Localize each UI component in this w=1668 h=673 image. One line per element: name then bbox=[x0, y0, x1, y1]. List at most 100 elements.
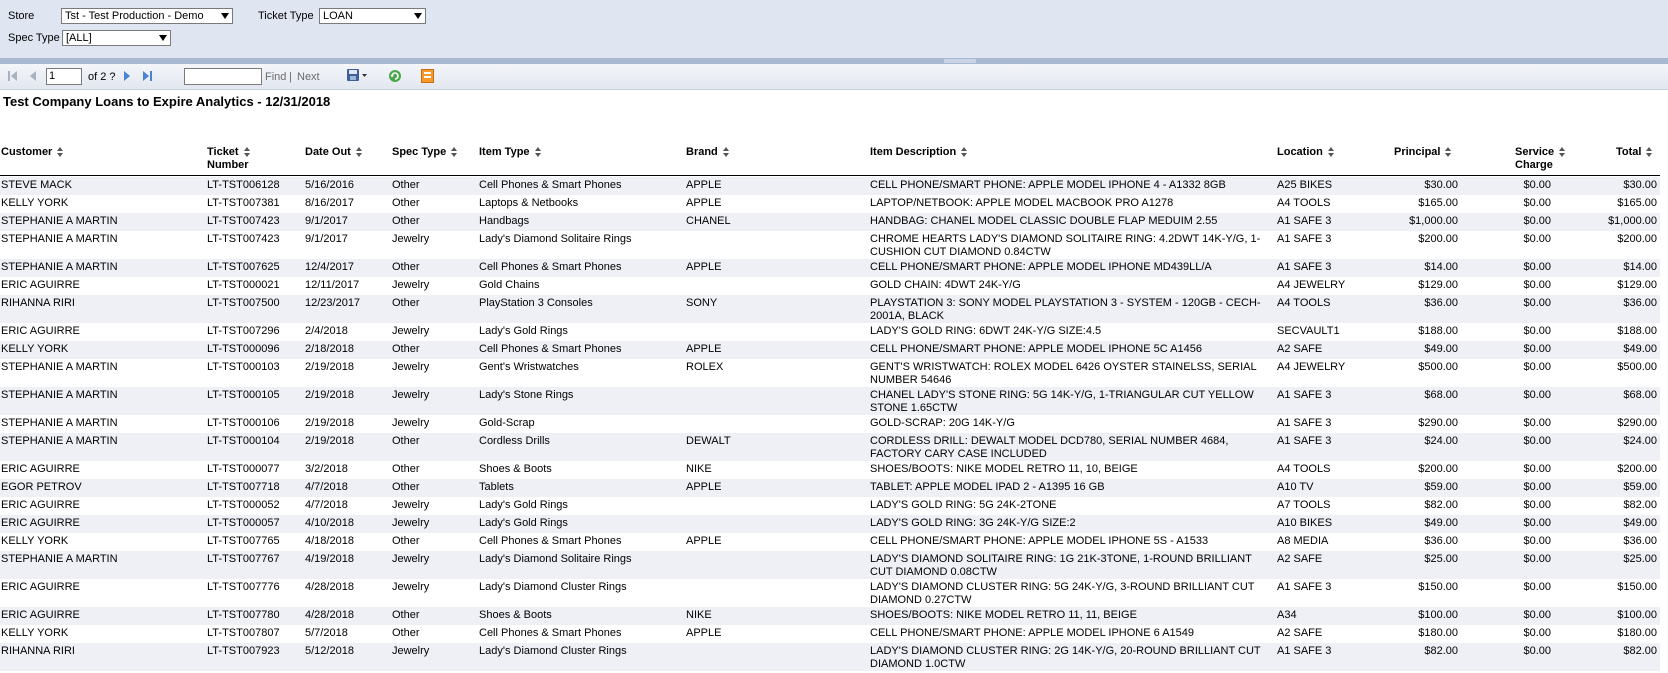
col-spec-type[interactable]: Spec Type bbox=[392, 146, 458, 158]
cell-ticket: LT-TST000052 bbox=[207, 499, 280, 511]
next-page-icon[interactable] bbox=[124, 71, 130, 81]
cell-ticket: LT-TST000104 bbox=[207, 435, 280, 447]
sort-icon[interactable] bbox=[355, 147, 362, 158]
cell-desc: LADY'S DIAMOND SOLITAIRE RING: 1G 21K-3T… bbox=[870, 553, 1252, 578]
cell-item: Lady's Gold Rings bbox=[479, 325, 568, 337]
cell-desc: CELL PHONE/SMART PHONE: APPLE MODEL IPHO… bbox=[870, 343, 1202, 355]
cell-principal: $68.00 bbox=[1424, 389, 1458, 401]
find-next-link[interactable]: Next bbox=[297, 71, 320, 83]
cell-item: Lady's Gold Rings bbox=[479, 499, 568, 511]
col-principal[interactable]: Principal bbox=[1394, 146, 1452, 158]
cell-date: 4/7/2018 bbox=[305, 481, 348, 493]
print-icon[interactable] bbox=[421, 69, 434, 83]
cell-customer: KELLY YORK bbox=[1, 535, 69, 547]
cell-spec: Jewelry bbox=[392, 645, 430, 657]
col-ticket-number[interactable]: Ticket Number bbox=[207, 146, 250, 172]
cell-desc: TABLET: APPLE MODEL IPAD 2 - A1395 16 GB bbox=[870, 481, 1105, 493]
cell-item: PlayStation 3 Consoles bbox=[479, 297, 593, 309]
cell-brand: APPLE bbox=[686, 197, 722, 209]
spec-type-select[interactable]: [ALL] bbox=[62, 30, 171, 46]
cell-desc: CELL PHONE/SMART PHONE: APPLE MODEL IPHO… bbox=[870, 261, 1212, 273]
cell-date: 2/19/2018 bbox=[305, 361, 354, 373]
cell-customer: STEPHANIE A MARTIN bbox=[1, 553, 118, 565]
cell-item: Cell Phones & Smart Phones bbox=[479, 343, 622, 355]
col-date-out[interactable]: Date Out bbox=[305, 146, 362, 158]
cell-service: $0.00 bbox=[1523, 197, 1551, 209]
cell-item: Shoes & Boots bbox=[479, 463, 552, 475]
cell-date: 12/23/2017 bbox=[305, 297, 361, 309]
sort-icon[interactable] bbox=[722, 147, 729, 158]
cell-service: $0.00 bbox=[1523, 261, 1551, 273]
cell-item: Lady's Diamond Cluster Rings bbox=[479, 581, 627, 593]
cell-service: $0.00 bbox=[1523, 463, 1551, 475]
ticket-type-select-value: LOAN bbox=[323, 10, 353, 22]
cell-total: $59.00 bbox=[1623, 481, 1657, 493]
sort-icon[interactable] bbox=[1559, 147, 1566, 158]
cell-desc: PLAYSTATION 3: SONY MODEL PLAYSTATION 3 … bbox=[870, 297, 1261, 322]
cell-customer: RIHANNA RIRI bbox=[1, 645, 75, 657]
export-icon[interactable] bbox=[346, 68, 368, 82]
cell-item: Cell Phones & Smart Phones bbox=[479, 627, 622, 639]
col-service-charge[interactable]: Service Charge bbox=[1515, 146, 1566, 172]
find-link[interactable]: Find bbox=[265, 71, 286, 83]
cell-principal: $25.00 bbox=[1424, 553, 1458, 565]
cell-principal: $82.00 bbox=[1424, 499, 1458, 511]
sort-icon[interactable] bbox=[961, 147, 968, 158]
cell-customer: KELLY YORK bbox=[1, 627, 69, 639]
table-row: STEVE MACK LT-TST006128 5/16/2016 Other Cell… bbox=[0, 177, 1660, 195]
cell-spec: Other bbox=[392, 197, 420, 209]
sort-icon[interactable] bbox=[1646, 147, 1653, 158]
cell-total: $49.00 bbox=[1623, 517, 1657, 529]
table-row: STEPHANIE A MARTIN LT-TST000103 2/19/2018 J… bbox=[0, 359, 1660, 387]
sort-icon[interactable] bbox=[1327, 147, 1334, 158]
cell-total: $200.00 bbox=[1617, 233, 1657, 245]
cell-total: $200.00 bbox=[1617, 463, 1657, 475]
cell-total: $290.00 bbox=[1617, 417, 1657, 429]
previous-page-icon[interactable] bbox=[30, 71, 36, 81]
cell-service: $0.00 bbox=[1523, 435, 1551, 447]
table-row: STEPHANIE A MARTIN LT-TST000106 2/19/2018 J… bbox=[0, 415, 1660, 433]
col-brand[interactable]: Brand bbox=[686, 146, 729, 158]
sort-icon[interactable] bbox=[57, 147, 64, 158]
cell-ticket: LT-TST000096 bbox=[207, 343, 280, 355]
cell-item: Shoes & Boots bbox=[479, 609, 552, 621]
find-input[interactable] bbox=[184, 68, 262, 85]
collapse-grip-icon[interactable] bbox=[944, 59, 976, 63]
sort-icon[interactable] bbox=[1445, 147, 1452, 158]
cell-ticket: LT-TST007807 bbox=[207, 627, 280, 639]
cell-desc: LAPTOP/NETBOOK: APPLE MODEL MACBOOK PRO … bbox=[870, 197, 1174, 209]
cell-principal: $200.00 bbox=[1418, 233, 1458, 245]
col-location[interactable]: Location bbox=[1277, 146, 1334, 158]
cell-date: 2/19/2018 bbox=[305, 435, 354, 447]
col-total[interactable]: Total bbox=[1616, 146, 1653, 158]
first-page-icon[interactable] bbox=[8, 71, 17, 81]
page-number-input[interactable]: 1 bbox=[46, 68, 82, 85]
sort-icon[interactable] bbox=[451, 147, 458, 158]
cell-desc: GENT'S WRISTWATCH: ROLEX MODEL 6426 OYST… bbox=[870, 361, 1257, 386]
sort-icon[interactable] bbox=[534, 147, 541, 158]
store-select[interactable]: Tst - Test Production - Demo bbox=[61, 8, 233, 24]
cell-brand: ROLEX bbox=[686, 361, 724, 373]
cell-spec: Jewelry bbox=[392, 553, 430, 565]
cell-date: 12/4/2017 bbox=[305, 261, 354, 273]
cell-total: $165.00 bbox=[1617, 197, 1657, 209]
table-row: RIHANNA RIRI LT-TST007500 12/23/2017 Other P… bbox=[0, 295, 1660, 323]
refresh-icon[interactable] bbox=[388, 69, 402, 83]
cell-ticket: LT-TST007423 bbox=[207, 233, 280, 245]
cell-brand: NIKE bbox=[686, 609, 712, 621]
cell-service: $0.00 bbox=[1523, 179, 1551, 191]
ticket-type-select[interactable]: LOAN bbox=[319, 8, 426, 24]
cell-desc: LADY'S DIAMOND CLUSTER RING: 2G 14K-Y/G,… bbox=[870, 645, 1261, 670]
last-page-icon[interactable] bbox=[143, 71, 152, 81]
sort-icon[interactable] bbox=[243, 147, 250, 158]
cell-desc: CORDLESS DRILL: DEWALT MODEL DCD780, SER… bbox=[870, 435, 1229, 460]
col-item-description[interactable]: Item Description bbox=[870, 146, 968, 158]
cell-customer: STEPHANIE A MARTIN bbox=[1, 417, 118, 429]
cell-principal: $290.00 bbox=[1418, 417, 1458, 429]
cell-ticket: LT-TST007500 bbox=[207, 297, 280, 309]
cell-spec: Jewelry bbox=[392, 517, 430, 529]
cell-desc: CELL PHONE/SMART PHONE: APPLE MODEL IPHO… bbox=[870, 535, 1209, 547]
cell-service: $0.00 bbox=[1523, 517, 1551, 529]
col-item-type[interactable]: Item Type bbox=[479, 146, 541, 158]
col-customer[interactable]: Customer bbox=[1, 146, 64, 158]
